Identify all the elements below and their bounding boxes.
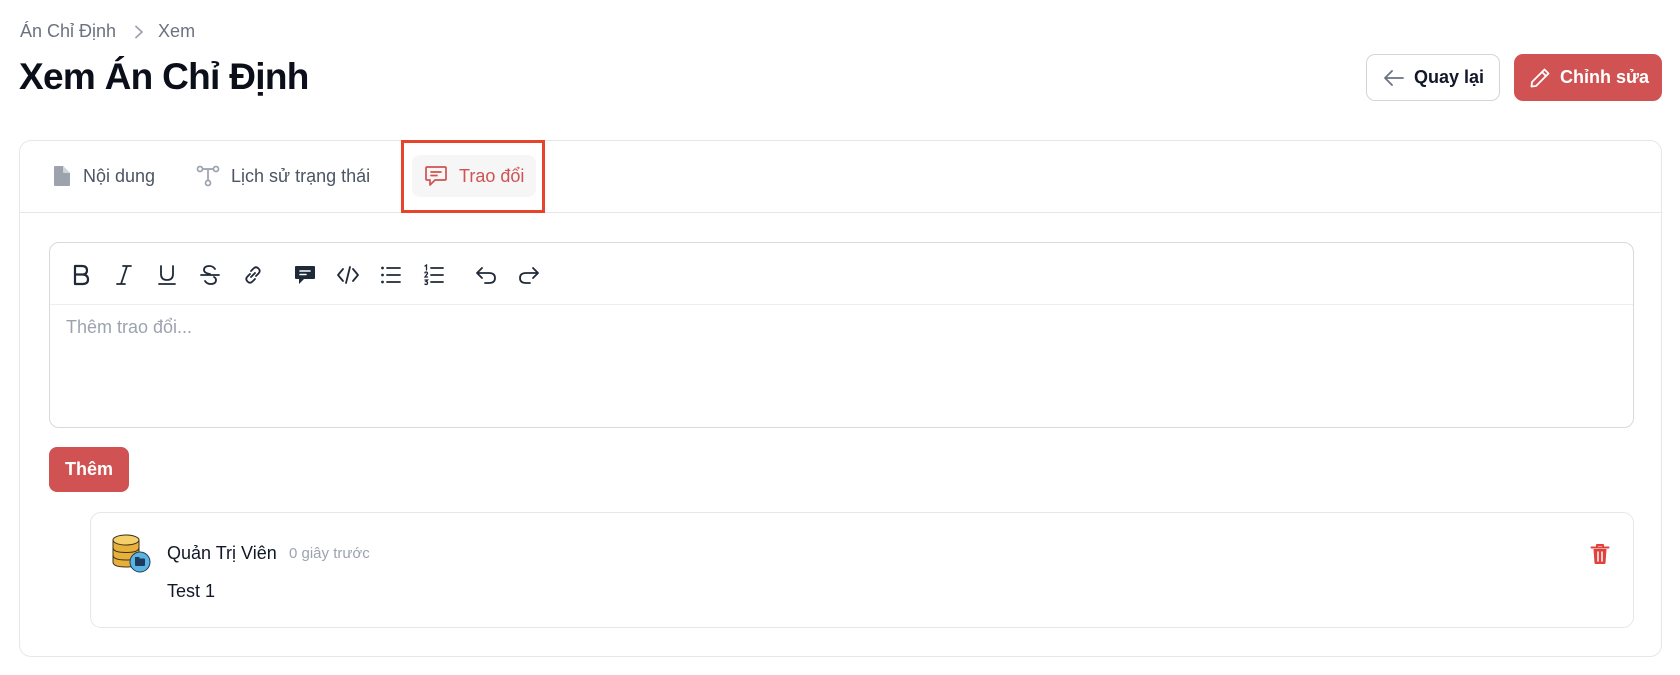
tab-bar: Nội dung Lịch sử trạng thái Trao đổi: [20, 140, 1661, 213]
redo-icon[interactable]: [516, 262, 542, 288]
page-title: Xem Án Chỉ Định: [19, 56, 309, 97]
tab-status-history-label: Lịch sử trạng thái: [231, 165, 371, 186]
italic-icon[interactable]: [111, 262, 137, 288]
strikethrough-icon[interactable]: [197, 262, 223, 288]
arrow-left-icon: [1383, 69, 1405, 87]
tab-highlight-box: [401, 140, 545, 213]
comment-body: Test 1: [167, 581, 216, 601]
back-button-label: Quay lại: [1414, 67, 1485, 87]
back-button[interactable]: Quay lại: [1366, 54, 1500, 101]
ordered-list-icon[interactable]: [421, 262, 447, 288]
comment-time: 0 giây trước: [289, 545, 370, 562]
tab-content[interactable]: Nội dung: [52, 155, 155, 197]
breadcrumb-parent-link[interactable]: Án Chỉ Định: [20, 21, 116, 42]
blockquote-icon[interactable]: [292, 262, 318, 288]
code-icon[interactable]: [335, 262, 361, 288]
link-icon[interactable]: [240, 262, 266, 288]
workflow-icon: [196, 165, 220, 187]
chevron-right-icon: [134, 25, 144, 39]
trash-icon[interactable]: [1587, 541, 1613, 567]
document-icon: [52, 165, 72, 187]
edit-button-label: Chỉnh sửa: [1560, 67, 1650, 87]
editor-toolbar: [50, 243, 1633, 305]
comment-author: Quản Trị Viên: [167, 543, 277, 563]
breadcrumb-current: Xem: [158, 21, 196, 41]
bullet-list-icon[interactable]: [378, 262, 404, 288]
breadcrumb: Án Chỉ Định Xem: [20, 21, 195, 42]
database-avatar-icon: [110, 532, 152, 574]
bold-icon[interactable]: [68, 262, 94, 288]
underline-icon[interactable]: [154, 262, 180, 288]
tab-content-label: Nội dung: [83, 165, 156, 186]
discussion-input[interactable]: [50, 305, 1633, 427]
tab-status-history[interactable]: Lịch sử trạng thái: [196, 155, 370, 197]
header-actions: Quay lại Chỉnh sửa: [1366, 54, 1662, 101]
comment-item: Quản Trị Viên 0 giây trước Test 1: [90, 512, 1634, 628]
rich-text-editor: [49, 242, 1634, 428]
edit-button[interactable]: Chỉnh sửa: [1514, 54, 1662, 101]
add-discussion-button[interactable]: Thêm: [49, 447, 129, 492]
content-card: Nội dung Lịch sử trạng thái Trao đổi Thê…: [19, 140, 1662, 657]
pencil-icon: [1529, 67, 1551, 89]
undo-icon[interactable]: [473, 262, 499, 288]
